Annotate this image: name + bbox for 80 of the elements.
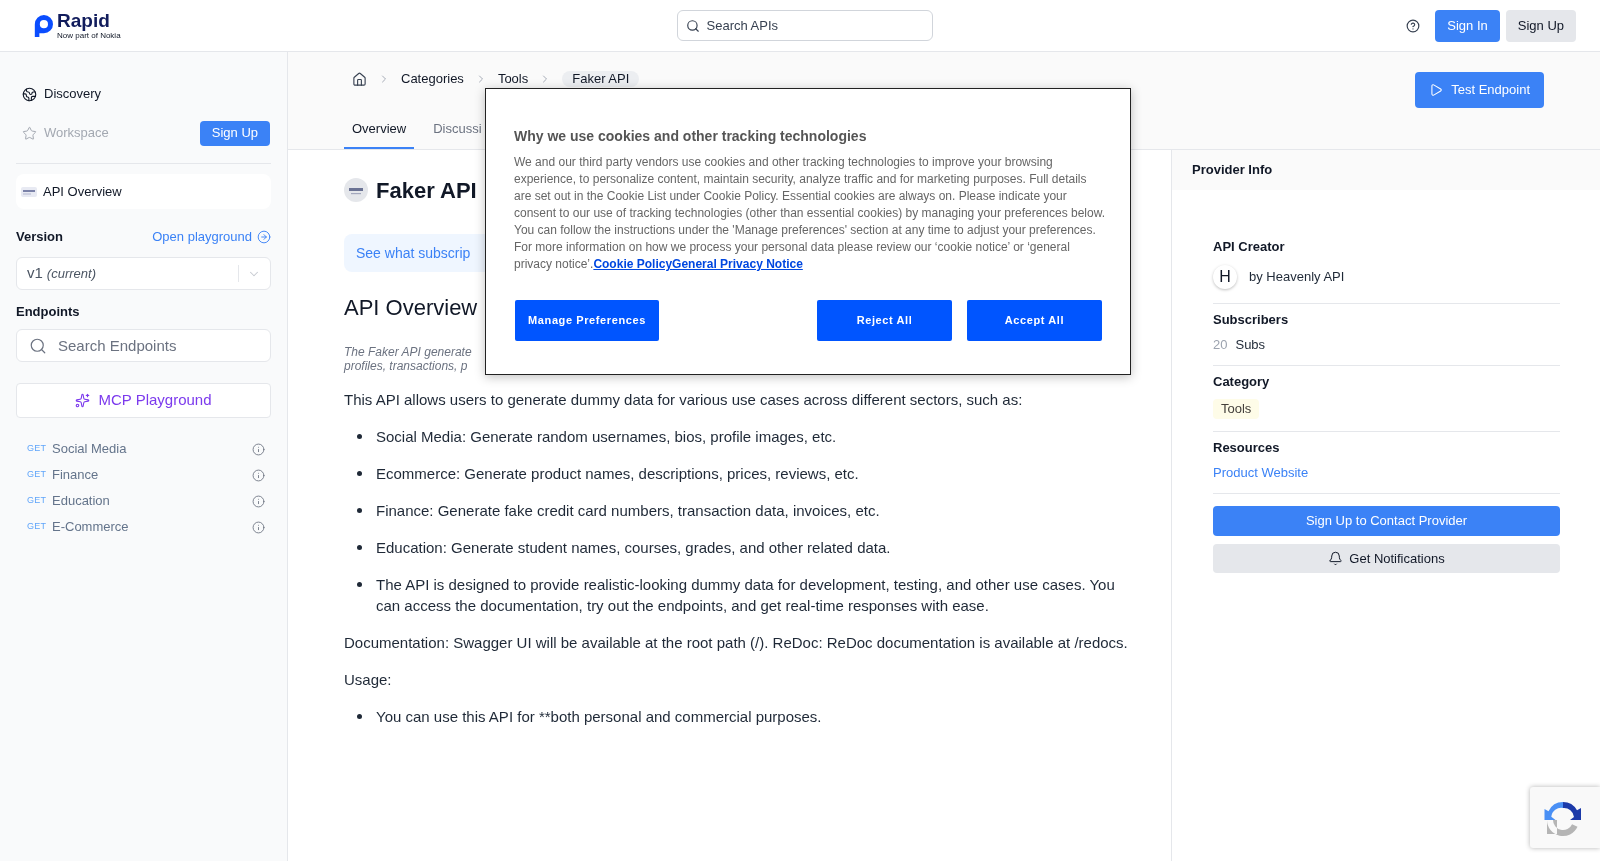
info-icon[interactable] [252,468,265,482]
tab[interactable]: Overview [344,110,415,149]
subscription-banner[interactable]: See what subscrip [344,234,485,272]
sparkles-icon [75,393,91,408]
info-icon[interactable] [252,442,265,456]
tab[interactable]: Discussi [425,110,490,149]
paragraph-text: Documentation: Swagger UI will be available at the root path (/). ReDoc: ReDoc documentation is available at /redocs. [344,633,1129,653]
api-logo-icon [21,186,37,197]
dialog-title: Why we use cookies and other tracking technologies [514,127,867,146]
bullet-icon [357,508,362,513]
section-label: Category [1213,374,1270,390]
section-label: Subscribers [1213,312,1289,328]
info-icon[interactable] [252,494,265,508]
endpoint-item[interactable]: GET Social Media [16,436,271,462]
test-endpoint-button[interactable]: Test Endpoint [1415,72,1544,108]
accept-all-button[interactable]: Accept All [967,300,1102,341]
breadcrumb-link[interactable]: Faker API [562,71,640,87]
list-item-text: The API is designed to provide realistic-looking dummy data for development, testing, and other use cases. You can access the documentation, try out the endpoints, and get real-time responses with ease. [376,575,1116,616]
globe-icon [22,86,37,102]
search-field[interactable]: Search APIs [676,10,933,41]
cookie-policy-link[interactable]: Cookie Policy [593,257,673,271]
logo-mark-icon [33,14,53,37]
subscriber-unit: Subs [1235,336,1266,355]
logo-tagline: Now part of Nokia [57,31,121,40]
help-icon[interactable] [1406,18,1421,33]
bullet-icon [357,582,362,587]
api-description: The Faker API generate profiles, transactions, p [344,345,472,373]
privacy-notice-link[interactable]: General Privacy Notice [672,257,803,271]
search-icon [29,336,47,355]
bell-icon [1328,551,1344,566]
section-heading: API Overview [344,294,478,322]
notifications-button[interactable]: Get Notifications [1213,544,1560,573]
api-overview-item[interactable]: API Overview [16,174,271,209]
creator-name: by Heavenly API [1249,268,1345,287]
info-icon[interactable] [252,520,265,534]
sign-in-button[interactable]: Sign In [1435,9,1500,42]
contact-provider-button[interactable]: Sign Up to Contact Provider [1213,506,1560,536]
list-item-text: Social Media: Generate random usernames, bios, profile images, etc. [376,427,837,447]
list-item-text: Education: Generate student names, courses, grades, and other related data. [376,538,891,558]
version-select[interactable]: v1 (current) [16,257,271,290]
product-website-link[interactable]: Product Website [1213,465,1309,481]
refresh-arrows-icon[interactable] [1530,787,1600,848]
list-item-text: Finance: Generate fake credit card numbers, transaction data, invoices, etc. [376,501,880,521]
section-label: API Creator [1213,239,1285,255]
category-tag[interactable]: Tools [1213,399,1260,419]
cookie-notice-text: We and our third party vendors use cookies and other tracking technologies to improve your browsing experience, to personalize content, maintain security, analyze traffic and for marketing purposes. Full details are set out in the Cookie List under Cookie Policy. Essential cookies are always on. Please indicate your consent to our use of tracking technologies (other than essential cookies) by managing your preferences below. You can follow the instructions under the 'Manage preferences' section at any time to adjust your preferences. For more information on how we process your personal data please review our ‘cookie notice’ or ‘general privacy notice’.Cookie PolicyGeneral Privacy Notice [514,154,1106,273]
sign-up-button[interactable]: Sign Up [1505,9,1576,42]
arrow-circle-icon [257,230,271,244]
creator-avatar: H [1213,265,1237,289]
bullet-icon [357,471,362,476]
mcp-playground-button[interactable]: MCP Playground [16,383,271,418]
manage-preferences-button[interactable]: Manage Preferences [515,300,659,341]
bullet-icon [357,545,362,550]
nav-link[interactable]: Discovery [16,84,102,104]
section-label: Resources [1213,440,1280,456]
bullet-icon [357,434,362,439]
api-logo-icon [344,178,368,202]
reject-all-button[interactable]: Reject All [817,300,952,341]
paragraph-text: Usage: [344,670,393,690]
search-icon [685,18,700,33]
version-label: Version [16,228,63,247]
breadcrumb-link[interactable]: Categories [401,71,464,87]
list-item-text: Ecommerce: Generate product names, descriptions, prices, reviews, etc. [376,464,859,484]
paragraph-text: This API allows users to generate dummy data for various use cases across different sectors, such as: [344,390,1024,410]
logo-wordmark: Rapid [57,11,111,31]
panel-title: Provider Info [1192,161,1273,180]
star-icon [22,125,37,141]
endpoint-item[interactable]: GET Finance [16,462,271,488]
home-icon[interactable] [352,71,367,87]
play-icon [1429,83,1444,97]
search-endpoints-field[interactable]: Search Endpoints [16,329,271,362]
api-title: Faker API [376,176,477,205]
breadcrumb-link[interactable]: Tools [497,71,529,87]
subscriber-count: 20 [1213,336,1228,355]
endpoint-item[interactable]: GET Education [16,488,271,514]
endpoint-item[interactable]: GET E-Commerce [16,514,271,540]
open-playground-link[interactable]: Open playground [152,227,271,247]
bullet-icon [357,714,362,719]
endpoints-label: Endpoints [16,304,81,320]
list-item-text: You can use this API for **both personal and commercial purposes. [376,707,822,727]
